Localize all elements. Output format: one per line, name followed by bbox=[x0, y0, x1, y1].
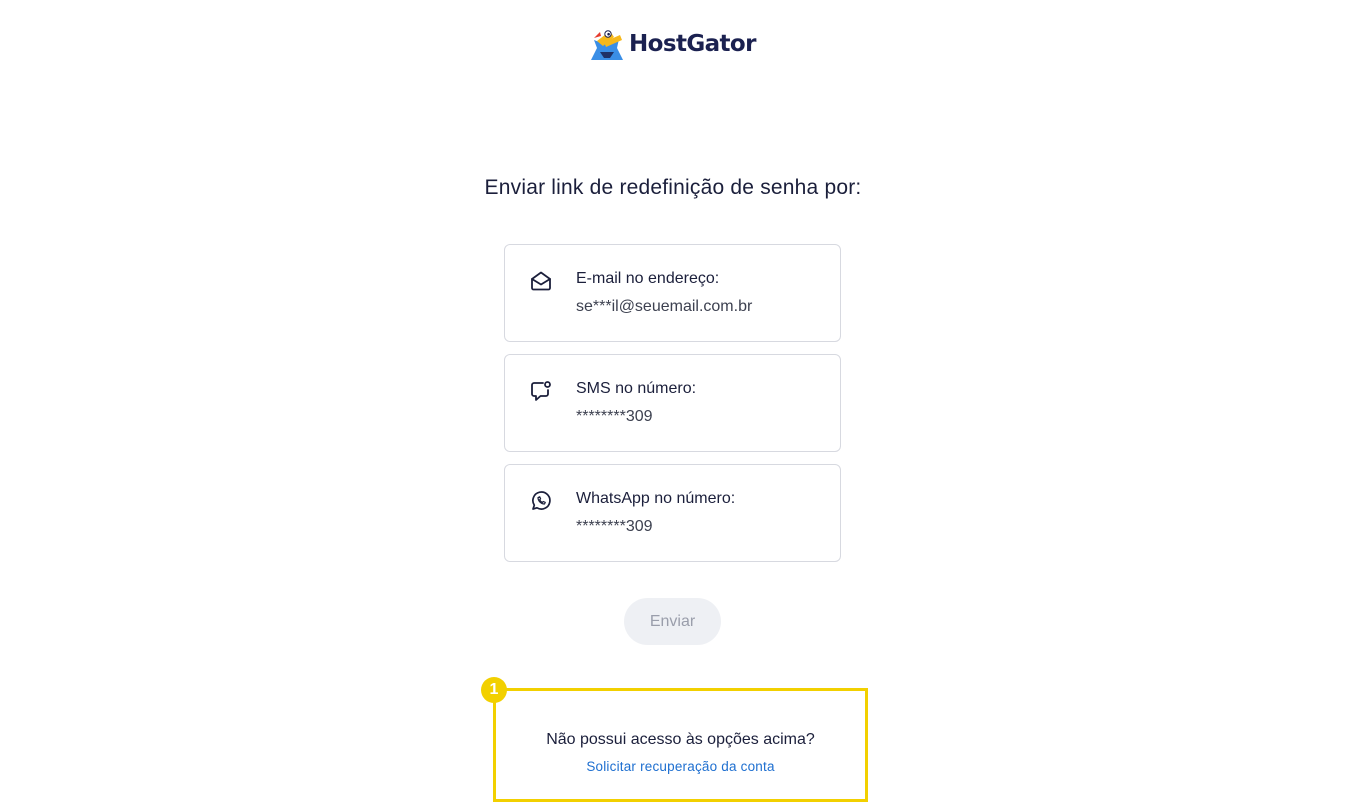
option-sms[interactable]: SMS no número: ********309 bbox=[504, 354, 841, 452]
sms-chat-icon bbox=[531, 381, 551, 401]
envelope-open-icon bbox=[531, 271, 551, 291]
annotation-marker: 1 bbox=[481, 677, 507, 703]
hostgator-mascot-icon bbox=[591, 30, 623, 60]
no-access-text: Não possui acesso às opções acima? bbox=[546, 731, 815, 748]
option-whatsapp-title: WhatsApp no número: bbox=[576, 490, 736, 507]
whatsapp-icon bbox=[532, 491, 551, 510]
option-email-title: E-mail no endereço: bbox=[576, 270, 720, 287]
option-email-value: se***il@seuemail.com.br bbox=[576, 298, 753, 315]
logo-text: HostGator bbox=[629, 31, 756, 57]
password-reset-page: HostGator Enviar link de redefinição de … bbox=[0, 0, 1346, 802]
page-heading: Enviar link de redefinição de senha por: bbox=[484, 176, 862, 199]
option-sms-title: SMS no número: bbox=[576, 380, 697, 397]
option-whatsapp-value: ********309 bbox=[576, 518, 653, 535]
recover-account-link[interactable]: Solicitar recuperação da conta bbox=[493, 759, 868, 774]
hostgator-logo[interactable]: HostGator bbox=[588, 26, 756, 62]
option-whatsapp[interactable]: WhatsApp no número: ********309 bbox=[504, 464, 841, 562]
option-sms-value: ********309 bbox=[576, 408, 653, 425]
option-email[interactable]: E-mail no endereço: se***il@seuemail.com… bbox=[504, 244, 841, 342]
send-button[interactable]: Enviar bbox=[624, 598, 721, 645]
